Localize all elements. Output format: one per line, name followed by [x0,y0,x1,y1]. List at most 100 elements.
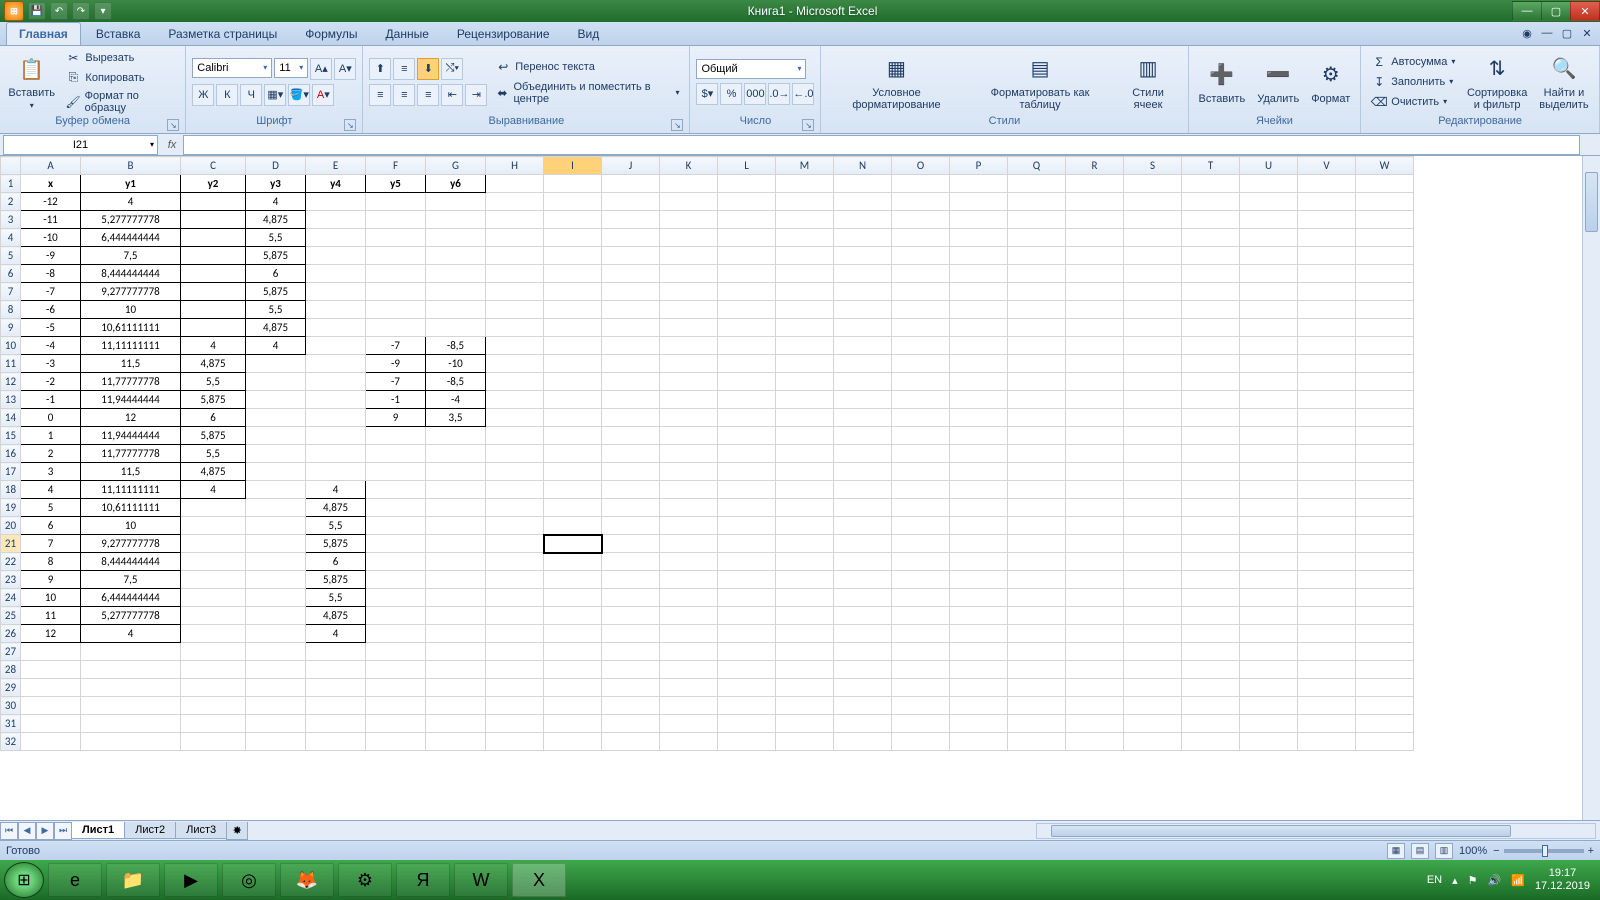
font-name-dropdown[interactable]: Calibri▾ [192,58,272,78]
cell-K30[interactable] [660,697,718,715]
cell-P32[interactable] [950,733,1008,751]
cell-J3[interactable] [602,211,660,229]
cell-J31[interactable] [602,715,660,733]
col-header-T[interactable]: T [1182,157,1240,175]
cell-K10[interactable] [660,337,718,355]
row-header-32[interactable]: 32 [1,733,21,751]
cell-E15[interactable] [306,427,366,445]
cell-P10[interactable] [950,337,1008,355]
taskbar-app1-icon[interactable]: ⚙ [338,863,392,897]
cell-C11[interactable]: 4,875 [181,355,246,373]
cell-U10[interactable] [1240,337,1298,355]
cell-I20[interactable] [544,517,602,535]
cell-F3[interactable] [366,211,426,229]
select-all-corner[interactable] [1,157,21,175]
cell-D19[interactable] [246,499,306,517]
cell-H25[interactable] [486,607,544,625]
cell-B23[interactable]: 7,5 [81,571,181,589]
cell-A18[interactable]: 4 [21,481,81,499]
font-dialog-icon[interactable]: ↘ [344,119,356,131]
cell-R3[interactable] [1066,211,1124,229]
cell-K29[interactable] [660,679,718,697]
cell-B5[interactable]: 7,5 [81,247,181,265]
row-header-8[interactable]: 8 [1,301,21,319]
cell-H32[interactable] [486,733,544,751]
cell-L21[interactable] [718,535,776,553]
col-header-P[interactable]: P [950,157,1008,175]
cell-W32[interactable] [1356,733,1414,751]
cell-F7[interactable] [366,283,426,301]
row-header-29[interactable]: 29 [1,679,21,697]
cell-Q24[interactable] [1008,589,1066,607]
cell-N5[interactable] [834,247,892,265]
cell-O14[interactable] [892,409,950,427]
cell-R20[interactable] [1066,517,1124,535]
col-header-N[interactable]: N [834,157,892,175]
clipboard-dialog-icon[interactable]: ↘ [167,119,179,131]
align-bottom-icon[interactable]: ⬇ [417,58,439,80]
cell-U9[interactable] [1240,319,1298,337]
currency-icon[interactable]: $▾ [696,83,718,105]
zoom-out-icon[interactable]: − [1493,845,1499,857]
cell-T20[interactable] [1182,517,1240,535]
cell-S9[interactable] [1124,319,1182,337]
cell-T2[interactable] [1182,193,1240,211]
cell-I25[interactable] [544,607,602,625]
cell-C24[interactable] [181,589,246,607]
cell-A7[interactable]: -7 [21,283,81,301]
cell-V2[interactable] [1298,193,1356,211]
cell-M22[interactable] [776,553,834,571]
cell-L23[interactable] [718,571,776,589]
cell-M28[interactable] [776,661,834,679]
cell-R1[interactable] [1066,175,1124,193]
cell-W14[interactable] [1356,409,1414,427]
cell-M23[interactable] [776,571,834,589]
cell-E21[interactable]: 5,875 [306,535,366,553]
cell-R16[interactable] [1066,445,1124,463]
cell-O9[interactable] [892,319,950,337]
cell-K28[interactable] [660,661,718,679]
cell-L6[interactable] [718,265,776,283]
cell-M20[interactable] [776,517,834,535]
cell-O15[interactable] [892,427,950,445]
qat-undo-icon[interactable]: ↶ [50,2,68,20]
cell-W4[interactable] [1356,229,1414,247]
cell-A3[interactable]: -11 [21,211,81,229]
cell-C23[interactable] [181,571,246,589]
cell-G32[interactable] [426,733,486,751]
cell-P23[interactable] [950,571,1008,589]
row-header-6[interactable]: 6 [1,265,21,283]
cell-J14[interactable] [602,409,660,427]
cell-U17[interactable] [1240,463,1298,481]
cell-O20[interactable] [892,517,950,535]
cell-I1[interactable] [544,175,602,193]
cell-U21[interactable] [1240,535,1298,553]
cell-T3[interactable] [1182,211,1240,229]
cell-V1[interactable] [1298,175,1356,193]
maximize-button[interactable]: ▢ [1541,1,1571,21]
cell-J28[interactable] [602,661,660,679]
col-header-H[interactable]: H [486,157,544,175]
cell-Q32[interactable] [1008,733,1066,751]
cell-P25[interactable] [950,607,1008,625]
cell-K19[interactable] [660,499,718,517]
cell-S30[interactable] [1124,697,1182,715]
indent-increase-icon[interactable]: ⇥ [465,84,487,106]
cell-T26[interactable] [1182,625,1240,643]
cell-V31[interactable] [1298,715,1356,733]
cell-P14[interactable] [950,409,1008,427]
cell-W26[interactable] [1356,625,1414,643]
paste-button[interactable]: 📋Вставить▾ [6,51,57,112]
cell-T8[interactable] [1182,301,1240,319]
view-page-layout-icon[interactable]: ▤ [1411,843,1429,859]
cell-P7[interactable] [950,283,1008,301]
cell-H23[interactable] [486,571,544,589]
row-header-18[interactable]: 18 [1,481,21,499]
cell-C10[interactable]: 4 [181,337,246,355]
cell-L8[interactable] [718,301,776,319]
cell-W27[interactable] [1356,643,1414,661]
cell-W13[interactable] [1356,391,1414,409]
cell-R8[interactable] [1066,301,1124,319]
number-format-dropdown[interactable]: Общий▾ [696,59,806,79]
name-box[interactable]: I21▾ [3,135,158,155]
